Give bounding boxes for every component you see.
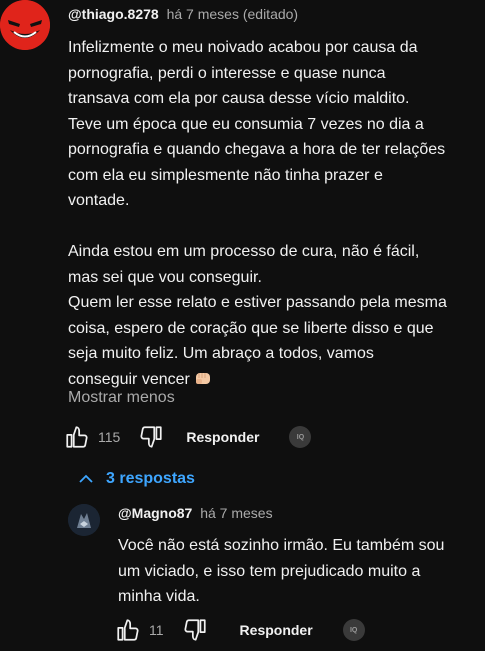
dislike-thumbs-down-icon[interactable] <box>138 424 164 450</box>
avatar[interactable] <box>0 0 50 50</box>
like-count: 11 <box>149 622 164 638</box>
chevron-up-icon <box>79 474 93 483</box>
reply-text: Você não está sozinho irmão. Eu também s… <box>118 537 445 605</box>
reply-timestamp[interactable]: há 7 meses <box>200 505 272 521</box>
reply-avatar[interactable] <box>68 504 100 536</box>
comment-text: Infelizmente o meu noivado acabou por ca… <box>68 35 478 392</box>
iq-badge-icon[interactable]: IQ <box>289 426 312 448</box>
reply-header: @Magno87 há 7 meses <box>118 505 273 521</box>
comment-header: @thiago.8278 há 7 meses (editado) <box>68 6 298 22</box>
wolf-avatar-icon <box>68 504 100 536</box>
devil-smiley-avatar-icon <box>0 0 50 50</box>
like-thumbs-up-icon[interactable] <box>64 424 90 450</box>
reply-button[interactable]: Responder <box>186 429 259 445</box>
replies-count-label: 3 respostas <box>106 470 195 487</box>
comment-paragraph: Infelizmente o meu noivado acabou por ca… <box>68 39 446 209</box>
dislike-thumbs-down-icon[interactable] <box>182 617 208 643</box>
reply-author[interactable]: @Magno87 <box>118 505 192 521</box>
like-count: 115 <box>98 429 121 445</box>
comment-paragraph-text: Ainda estou em um processo de cura, não … <box>68 243 447 388</box>
comment-timestamp[interactable]: há 7 meses (editado) <box>167 6 299 22</box>
reply-button[interactable]: Responder <box>240 622 313 638</box>
comment-paragraph: Ainda estou em um processo de cura, não … <box>68 239 478 392</box>
show-less-link[interactable]: Mostrar menos <box>68 389 175 407</box>
comment-actions: 115 Responder IQ <box>64 424 312 450</box>
fist-bump-emoji-icon <box>194 369 212 385</box>
replies-toggle[interactable]: 3 respostas <box>78 470 195 488</box>
like-thumbs-up-icon[interactable] <box>115 617 141 643</box>
comment-author[interactable]: @thiago.8278 <box>68 6 159 22</box>
reply-actions: 11 Responder IQ <box>115 617 365 643</box>
iq-badge-icon[interactable]: IQ <box>342 619 365 641</box>
